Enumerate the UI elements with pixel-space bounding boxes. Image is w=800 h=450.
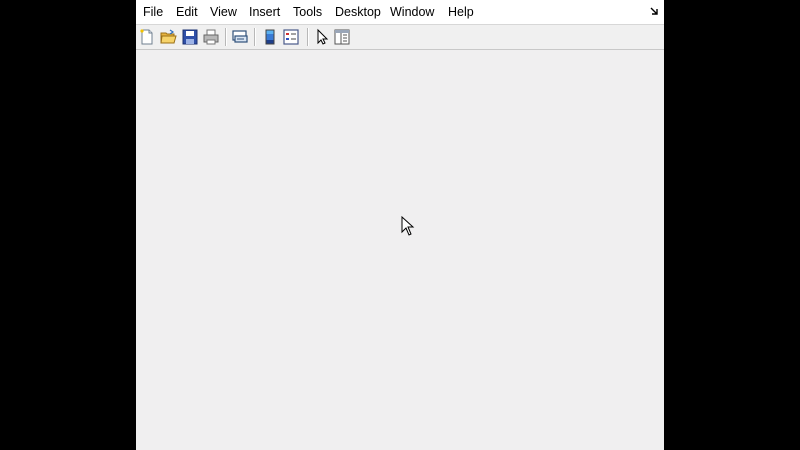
toolbar-separator: [307, 28, 309, 46]
menu-edit[interactable]: Edit: [176, 4, 198, 20]
toolbar-separator: [254, 28, 256, 46]
insert-legend-icon[interactable]: [282, 28, 300, 46]
figure-window: File Edit View Insert Tools Desktop Wind…: [136, 0, 664, 450]
insert-colorbar-icon[interactable]: [261, 28, 279, 46]
menu-insert[interactable]: Insert: [249, 4, 280, 20]
figure-toolbar: [136, 25, 664, 50]
edit-plot-icon[interactable]: [313, 28, 331, 46]
menu-bar: File Edit View Insert Tools Desktop Wind…: [136, 0, 664, 25]
save-figure-icon[interactable]: [181, 28, 199, 46]
menu-tools[interactable]: Tools: [293, 4, 322, 20]
menu-help[interactable]: Help: [448, 4, 474, 20]
open-file-icon[interactable]: [159, 28, 177, 46]
toolbar-separator: [225, 28, 227, 46]
new-figure-icon[interactable]: [138, 28, 156, 46]
dock-arrow-icon[interactable]: [650, 6, 660, 16]
show-plot-tools-icon[interactable]: [333, 28, 351, 46]
figure-canvas[interactable]: [136, 50, 664, 450]
menu-file[interactable]: File: [143, 4, 163, 20]
link-plot-icon[interactable]: [231, 28, 249, 46]
menu-view[interactable]: View: [210, 4, 237, 20]
print-figure-icon[interactable]: [202, 28, 220, 46]
menu-window[interactable]: Window: [390, 4, 434, 20]
mouse-pointer-icon: [401, 216, 415, 236]
menu-desktop[interactable]: Desktop: [335, 4, 381, 20]
